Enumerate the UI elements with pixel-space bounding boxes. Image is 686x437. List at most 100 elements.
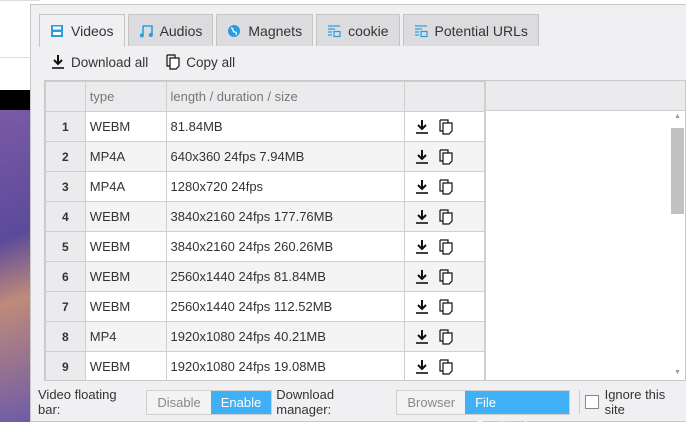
tab-bar: Videos Audios Magnets cookie Potential U… — [39, 14, 539, 47]
music-icon — [139, 24, 153, 37]
row-type: WEBM — [84, 111, 167, 142]
tab-magnets[interactable]: Magnets — [216, 14, 314, 46]
row-type: WEBM — [84, 351, 167, 380]
download-icon[interactable] — [415, 119, 429, 135]
row-actions — [404, 201, 485, 232]
row-actions — [404, 291, 485, 322]
row-actions — [404, 351, 485, 380]
download-icon[interactable] — [415, 269, 429, 285]
row-actions — [404, 231, 485, 262]
copy-all-label: Copy all — [186, 54, 236, 70]
scroll-up-arrow[interactable]: ▲ — [671, 113, 684, 125]
download-icon[interactable] — [415, 209, 429, 225]
row-actions — [404, 321, 485, 352]
table-row: 9 WEBM 1920x1080 24fps 19.08MB — [45, 351, 485, 380]
row-actions — [404, 141, 485, 172]
row-actions — [404, 111, 485, 142]
tab-label: Videos — [71, 23, 114, 39]
row-index: 9 — [45, 351, 86, 380]
header-index — [45, 81, 86, 112]
row-index: 4 — [45, 201, 86, 232]
copy-icon[interactable] — [439, 328, 453, 345]
copy-icon[interactable] — [439, 268, 453, 285]
table-row: 5 WEBM 3840x2160 24fps 260.26MB — [45, 231, 485, 262]
download-icon[interactable] — [415, 239, 429, 255]
copy-icon[interactable] — [439, 148, 453, 165]
table-row: 3 MP4A 1280x720 24fps — [45, 171, 485, 202]
row-info: 1920x1080 24fps 19.08MB — [165, 351, 406, 380]
list-icon — [414, 24, 428, 37]
row-info: 2560x1440 24fps 81.84MB — [165, 261, 406, 292]
download-manager-toggle: Browser File Centipede — [396, 389, 570, 433]
header-actions — [404, 81, 485, 112]
copy-icon[interactable] — [439, 238, 453, 255]
row-type: MP4 — [84, 321, 167, 352]
floating-bar-toggle: Disable Enable — [146, 389, 273, 415]
table-row: 7 WEBM 2560x1440 24fps 112.52MB — [45, 291, 485, 322]
tab-potential-urls[interactable]: Potential URLs — [402, 14, 539, 46]
tab-videos[interactable]: Videos — [39, 14, 125, 47]
divider — [578, 390, 580, 414]
tab-audios[interactable]: Audios — [127, 14, 214, 46]
row-info: 1280x720 24fps — [165, 171, 406, 202]
row-info: 1920x1080 24fps 40.21MB — [165, 321, 406, 352]
download-icon — [52, 55, 64, 69]
copy-icon[interactable] — [439, 358, 453, 375]
copy-icon — [166, 54, 180, 70]
copy-icon[interactable] — [439, 118, 453, 135]
download-all-button[interactable]: Download all — [51, 54, 148, 70]
file-centipede-button[interactable]: File Centipede — [465, 390, 569, 433]
row-type: WEBM — [84, 261, 167, 292]
row-index: 8 — [45, 321, 86, 352]
download-icon[interactable] — [415, 149, 429, 165]
videos-table: type length / duration / size 1 WEBM 81.84… — [44, 80, 686, 381]
row-index: 5 — [45, 231, 86, 262]
toolbar: Download all Copy all — [51, 54, 235, 70]
table-row: 1 WEBM 81.84MB — [45, 111, 485, 142]
download-icon[interactable] — [415, 299, 429, 315]
row-type: WEBM — [84, 201, 167, 232]
tab-label: Magnets — [248, 22, 303, 39]
table-filler-column: ▲ ▼ — [485, 81, 685, 380]
tab-label: Potential URLs — [434, 22, 528, 39]
ignore-site-label[interactable]: Ignore this site — [605, 387, 686, 417]
download-icon[interactable] — [415, 179, 429, 195]
table-row: 2 MP4A 640x360 24fps 7.94MB — [45, 141, 485, 172]
table-row: 4 WEBM 3840x2160 24fps 177.76MB — [45, 201, 485, 232]
row-index: 3 — [45, 171, 86, 202]
tab-label: Audios — [159, 22, 203, 39]
row-index: 7 — [45, 291, 86, 322]
browser-button[interactable]: Browser — [397, 390, 466, 414]
header-type: type — [84, 81, 167, 112]
footer-bar: Video floating bar: Disable Enable Downl… — [38, 387, 686, 433]
table-row: 6 WEBM 2560x1440 24fps 81.84MB — [45, 261, 485, 292]
header-info: length / duration / size — [165, 81, 406, 112]
copy-icon[interactable] — [439, 178, 453, 195]
copy-all-button[interactable]: Copy all — [166, 54, 235, 70]
enable-button[interactable]: Enable — [210, 390, 272, 414]
row-index: 1 — [45, 111, 86, 142]
row-actions — [404, 261, 485, 292]
disable-button[interactable]: Disable — [147, 390, 211, 414]
download-icon[interactable] — [415, 359, 429, 375]
download-icon[interactable] — [415, 329, 429, 345]
row-type: WEBM — [84, 291, 167, 322]
row-type: MP4A — [84, 171, 167, 202]
row-info: 640x360 24fps 7.94MB — [165, 141, 406, 172]
row-actions — [404, 171, 485, 202]
save-icon — [51, 25, 63, 37]
row-index: 6 — [45, 261, 86, 292]
scroll-thumb[interactable] — [671, 128, 684, 214]
globe-icon — [228, 24, 241, 37]
scroll-down-arrow[interactable]: ▼ — [671, 369, 684, 380]
row-type: MP4A — [84, 141, 167, 172]
row-info: 3840x2160 24fps 177.76MB — [165, 201, 406, 232]
floating-bar-label: Video floating bar: — [38, 387, 117, 417]
table-row: 8 MP4 1920x1080 24fps 40.21MB — [45, 321, 485, 352]
scrollbar[interactable]: ▲ ▼ — [671, 113, 684, 380]
copy-icon[interactable] — [439, 208, 453, 225]
ignore-site-checkbox[interactable] — [584, 395, 599, 409]
copy-icon[interactable] — [439, 298, 453, 315]
row-info: 2560x1440 24fps 112.52MB — [165, 291, 406, 322]
tab-cookie[interactable]: cookie — [316, 14, 400, 46]
